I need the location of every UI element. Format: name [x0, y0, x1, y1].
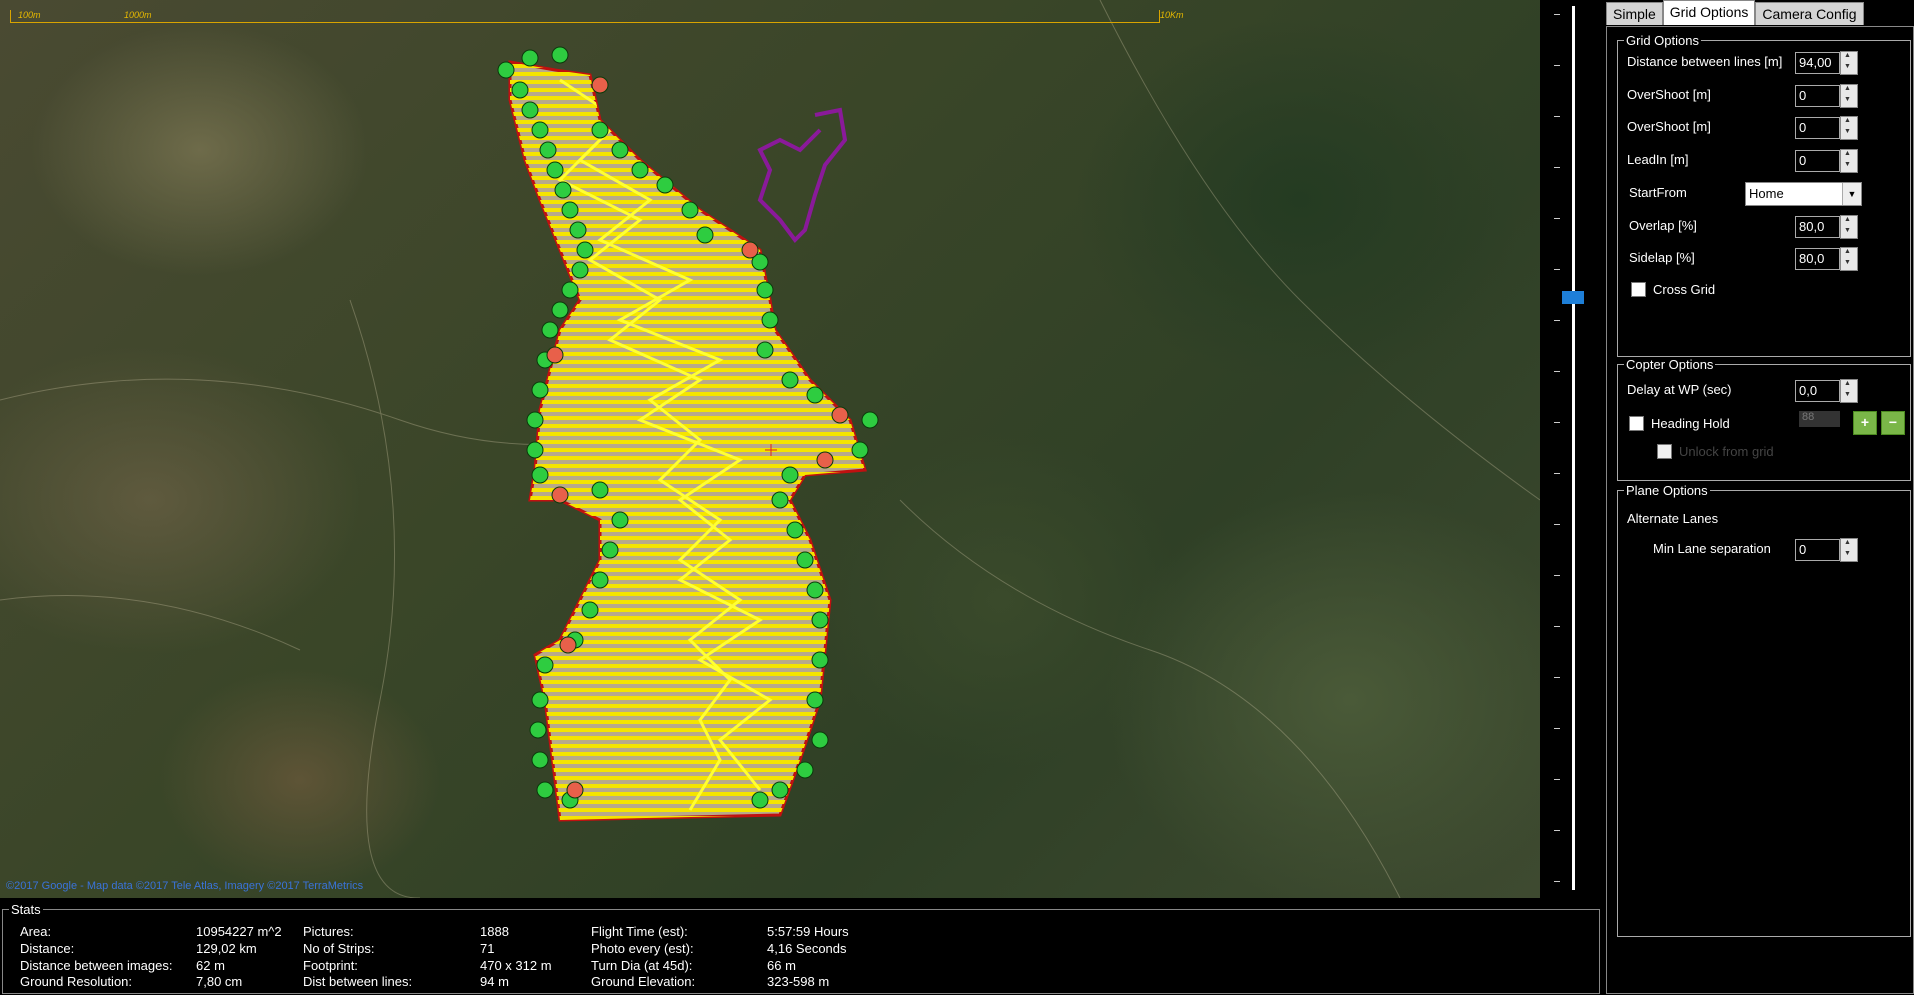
- map-view[interactable]: 100m 1000m 10Km ©2017 Google - Map data …: [0, 0, 1540, 898]
- stat-elevation-label: Ground Elevation:: [591, 974, 696, 989]
- sidelap-input[interactable]: 80,0: [1795, 248, 1840, 270]
- overshoot1-label: OverShoot [m]: [1627, 87, 1711, 102]
- overshoot2-spinner[interactable]: [1840, 116, 1858, 140]
- scale-label-100m: 100m: [18, 10, 41, 20]
- stat-photo-every-value: 4,16 Seconds: [767, 941, 847, 956]
- overshoot1-spinner[interactable]: [1840, 84, 1858, 108]
- stats-panel: Stats Area: 10954227 m^2 Distance: 129,0…: [0, 900, 1602, 995]
- startfrom-label: StartFrom: [1629, 185, 1687, 200]
- plane-options-title: Plane Options: [1626, 483, 1708, 498]
- sidelap-label: Sidelap [%]: [1629, 250, 1695, 265]
- map-attribution: ©2017 Google - Map data ©2017 Tele Atlas…: [6, 880, 364, 892]
- stat-area-label: Area:: [20, 924, 52, 939]
- delay-input[interactable]: 0,0: [1795, 380, 1840, 402]
- stat-ground-res-label: Ground Resolution:: [20, 974, 133, 989]
- leadin-label: LeadIn [m]: [1627, 152, 1689, 167]
- stat-strips-label: No of Strips:: [303, 941, 375, 956]
- heading-hold-checkbox[interactable]: [1629, 416, 1644, 431]
- grid-options-title: Grid Options: [1626, 33, 1699, 48]
- stat-dist-images-value: 62 m: [196, 958, 225, 973]
- options-panel: Simple Grid Options Camera Config Grid O…: [1606, 0, 1914, 995]
- alternate-lanes-label: Alternate Lanes: [1627, 511, 1719, 526]
- chevron-down-icon[interactable]: ▼: [1842, 183, 1861, 205]
- stats-title: Stats: [11, 902, 41, 917]
- stat-area-value: 10954227 m^2: [196, 924, 282, 939]
- tab-body: Grid Options Distance between lines [m] …: [1606, 26, 1914, 994]
- min-lane-input[interactable]: 0: [1795, 539, 1840, 561]
- unlock-grid-checkbox[interactable]: [1657, 444, 1672, 459]
- tab-strip: Simple Grid Options Camera Config: [1606, 0, 1864, 26]
- stat-strips-value: 71: [480, 941, 495, 956]
- delay-label: Delay at WP (sec): [1627, 382, 1732, 397]
- distance-lines-label: Distance between lines [m]: [1627, 54, 1783, 69]
- distance-lines-spinner[interactable]: [1840, 51, 1858, 75]
- stat-elevation-value: 323-598 m: [767, 974, 830, 989]
- overshoot2-input[interactable]: 0: [1795, 117, 1840, 139]
- startfrom-value: Home: [1749, 186, 1784, 201]
- scale-label-10km: 10Km: [1160, 10, 1184, 20]
- stat-turn-dia-label: Turn Dia (at 45d):: [591, 958, 693, 973]
- heading-minus-button[interactable]: −: [1881, 411, 1905, 435]
- zoom-track[interactable]: [1572, 6, 1575, 890]
- stat-ground-res-value: 7,80 cm: [196, 974, 243, 989]
- delay-spinner[interactable]: [1840, 379, 1858, 403]
- stat-footprint-value: 470 x 312 m: [480, 958, 552, 973]
- cross-grid-checkbox[interactable]: [1631, 282, 1646, 297]
- stat-turn-dia-value: 66 m: [767, 958, 796, 973]
- unlock-grid-label: Unlock from grid: [1679, 444, 1774, 459]
- flight-track: [757, 107, 848, 244]
- stat-distance-label: Distance:: [20, 941, 75, 956]
- stat-dist-images-label: Distance between images:: [20, 958, 173, 973]
- stat-pictures-value: 1888: [480, 924, 509, 939]
- overlap-label: Overlap [%]: [1629, 218, 1697, 233]
- heading-plus-button[interactable]: +: [1853, 411, 1877, 435]
- scale-label-1000m: 1000m: [124, 10, 152, 20]
- heading-hold-label: Heading Hold: [1651, 416, 1730, 431]
- sidelap-spinner[interactable]: [1840, 247, 1858, 271]
- overshoot1-input[interactable]: 0: [1795, 85, 1840, 107]
- stat-flight-time-value: 5:57:59 Hours: [767, 924, 849, 939]
- min-lane-label: Min Lane separation: [1653, 541, 1771, 556]
- scale-bar: [10, 10, 1160, 23]
- stat-dist-lines-label: Dist between lines:: [303, 974, 413, 989]
- overshoot2-label: OverShoot [m]: [1627, 119, 1711, 134]
- cross-grid-label: Cross Grid: [1653, 282, 1716, 297]
- distance-lines-input[interactable]: 94,00: [1795, 52, 1840, 74]
- stat-dist-lines-value: 94 m: [480, 974, 509, 989]
- stat-distance-value: 129,02 km: [196, 941, 257, 956]
- leadin-spinner[interactable]: [1840, 149, 1858, 173]
- zoom-thumb[interactable]: [1562, 291, 1584, 304]
- tab-camera-config[interactable]: Camera Config: [1755, 2, 1864, 25]
- overlap-spinner[interactable]: [1840, 215, 1858, 239]
- stat-photo-every-label: Photo every (est):: [591, 941, 694, 956]
- stat-footprint-label: Footprint:: [303, 958, 358, 973]
- zoom-slider[interactable]: [1548, 0, 1596, 898]
- tab-simple[interactable]: Simple: [1606, 2, 1663, 25]
- min-lane-spinner[interactable]: [1840, 538, 1858, 562]
- startfrom-select[interactable]: Home ▼: [1745, 182, 1862, 206]
- leadin-input[interactable]: 0: [1795, 150, 1840, 172]
- copter-options-title: Copter Options: [1626, 357, 1714, 372]
- overlap-input[interactable]: 80,0: [1795, 216, 1840, 238]
- stat-flight-time-label: Flight Time (est):: [591, 924, 688, 939]
- tab-grid-options[interactable]: Grid Options: [1662, 0, 1756, 25]
- stat-pictures-label: Pictures:: [303, 924, 354, 939]
- heading-input: 88: [1799, 411, 1840, 427]
- map-overlay: [0, 0, 1540, 898]
